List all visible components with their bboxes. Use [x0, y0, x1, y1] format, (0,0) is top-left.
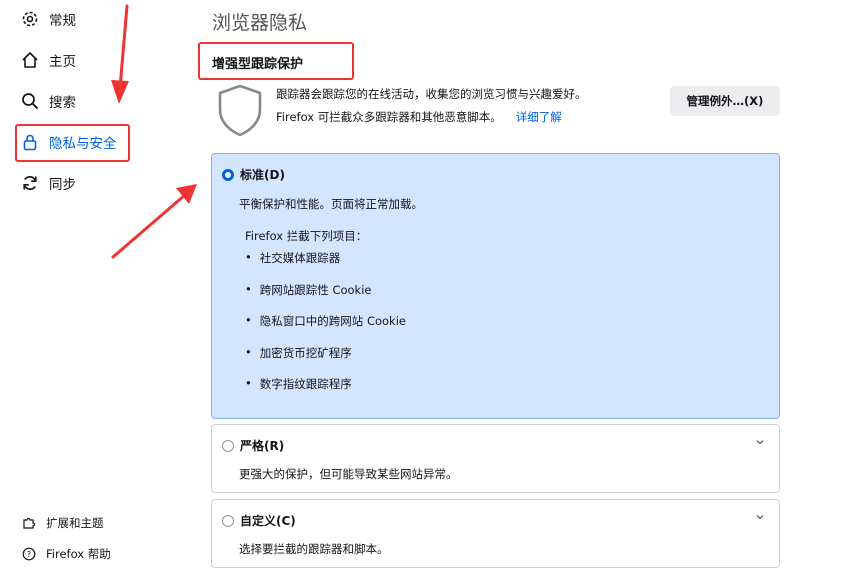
page-title: 浏览器隐私 [212, 12, 308, 34]
blocked-items-title: Firefox 拦截下列项目： [245, 229, 368, 243]
option-custom-header: 自定义(C) [222, 512, 296, 529]
tracking-description: 跟踪器会跟踪您的在线活动，收集您的浏览习惯与兴趣爱好。 [276, 87, 587, 101]
option-custom-description: 选择要拦截的跟踪器和脚本。 [239, 542, 389, 556]
sidebar-item-label: 扩展和主题 [46, 516, 104, 530]
option-strict[interactable]: 严格(R) 更强大的保护，但可能导致某些网站异常。 [211, 424, 780, 493]
option-custom[interactable]: 自定义(C) 选择要拦截的跟踪器和脚本。 [211, 499, 780, 568]
list-item: 加密货币挖矿程序 [245, 345, 406, 377]
sidebar-item-extensions[interactable]: 扩展和主题 [22, 515, 104, 531]
search-icon [22, 93, 38, 109]
selection-highlight-frame [15, 124, 130, 162]
sidebar-item-label: 主页 [49, 54, 76, 70]
option-standard-description: 平衡保护和性能。页面将正常加载。 [239, 197, 423, 211]
annotation-arrow-down [111, 4, 129, 104]
sidebar-item-label: Firefox 帮助 [46, 547, 111, 561]
sidebar-item-help[interactable]: ? Firefox 帮助 [22, 546, 111, 562]
help-icon: ? [22, 547, 36, 561]
tracking-description-line2: Firefox 可拦截众多跟踪器和其他恶意脚本。 详细了解 [276, 109, 562, 125]
manage-exceptions-button[interactable]: 管理例外…(X) [670, 86, 780, 116]
option-standard-header: 标准(D) [222, 166, 285, 183]
option-standard-label: 标准(D) [240, 168, 285, 182]
chevron-down-icon[interactable] [755, 512, 765, 522]
option-strict-label: 严格(R) [240, 439, 285, 453]
chevron-down-icon[interactable] [755, 437, 765, 447]
list-item: 社交媒体跟踪器 [245, 250, 406, 282]
section-title: 增强型跟踪保护 [212, 57, 304, 72]
annotation-arrow-right [111, 184, 197, 259]
sync-icon [23, 175, 37, 191]
option-custom-label: 自定义(C) [240, 514, 296, 528]
home-icon [22, 52, 38, 68]
radio-standard[interactable] [222, 168, 234, 181]
sidebar-item-sync[interactable]: 同步 [20, 169, 76, 197]
sidebar-item-label: 搜索 [49, 95, 76, 111]
list-item: 跨网站跟踪性 Cookie [245, 282, 406, 314]
sidebar-item-label: 同步 [49, 177, 76, 193]
option-standard[interactable]: 标准(D) 平衡保护和性能。页面将正常加载。 Firefox 拦截下列项目： 社… [211, 153, 780, 419]
sidebar-item-general[interactable]: 常规 [20, 5, 76, 33]
blocked-items-list: 社交媒体跟踪器 跨网站跟踪性 Cookie 隐私窗口中的跨网站 Cookie 加… [245, 250, 406, 408]
shield-icon [218, 84, 262, 137]
puzzle-icon [23, 517, 36, 529]
learn-more-link[interactable]: 详细了解 [516, 110, 562, 124]
firefox-blocks-text: Firefox 可拦截众多跟踪器和其他恶意脚本。 [276, 110, 502, 124]
svg-text:?: ? [27, 550, 31, 559]
radio-strict[interactable] [222, 439, 234, 452]
list-item: 数字指纹跟踪程序 [245, 376, 406, 408]
list-item: 隐私窗口中的跨网站 Cookie [245, 313, 406, 345]
sidebar-item-search[interactable]: 搜索 [20, 87, 76, 115]
sidebar-item-label: 常规 [49, 13, 76, 29]
sidebar-item-home[interactable]: 主页 [20, 46, 76, 74]
option-strict-description: 更强大的保护，但可能导致某些网站异常。 [239, 467, 458, 481]
radio-custom[interactable] [222, 514, 234, 527]
option-strict-header: 严格(R) [222, 437, 284, 454]
gear-icon [22, 11, 38, 27]
